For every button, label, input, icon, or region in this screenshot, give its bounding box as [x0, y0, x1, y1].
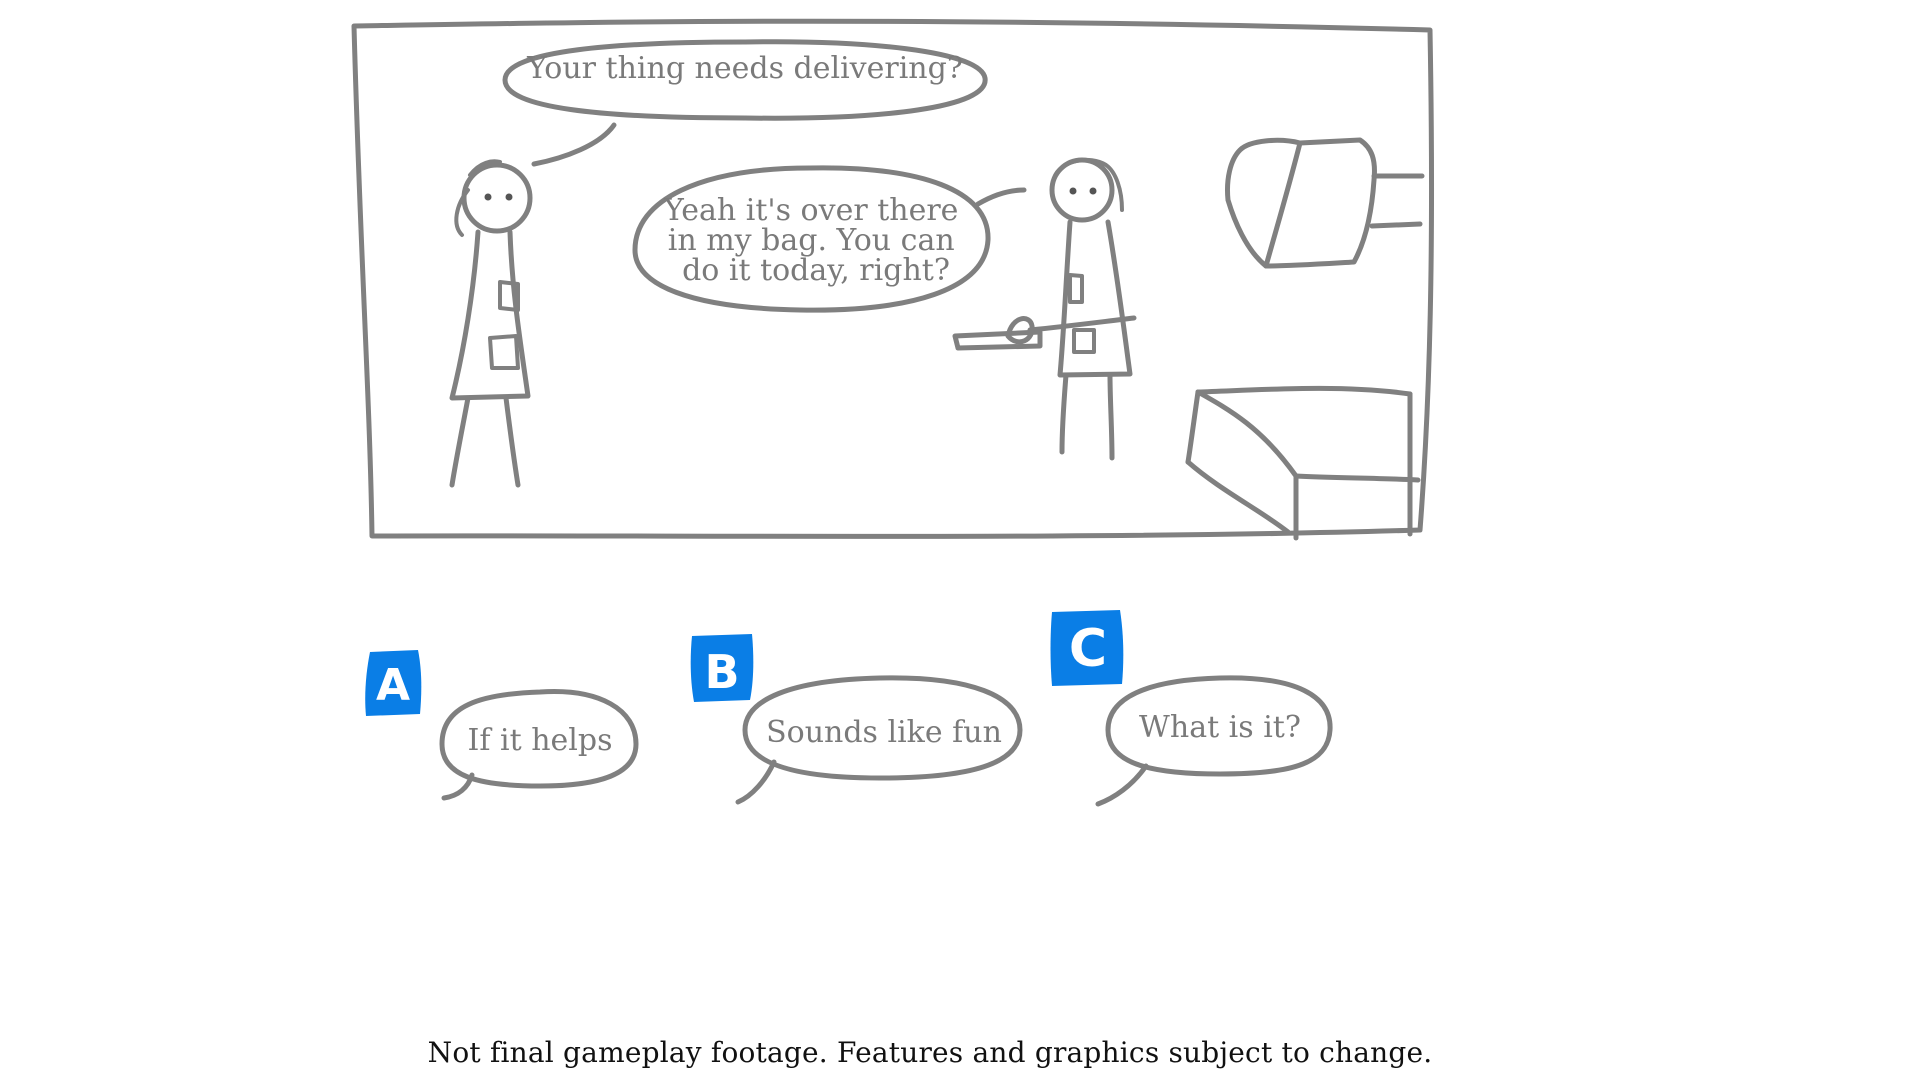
- game-scene: Your thing needs delivering? Yeah it's o…: [351, 18, 1435, 807]
- player-speech-bubble: Yeah it's over there in my bag. You can …: [632, 165, 1027, 313]
- choice-a-key-label: A: [376, 660, 410, 711]
- bed-sketch: [1185, 385, 1421, 541]
- npc-speech-text: Your thing needs delivering?: [526, 51, 963, 86]
- disclaimer-text: Not final gameplay footage. Features and…: [427, 1036, 1433, 1069]
- choice-a[interactable]: A If it helps: [365, 650, 639, 801]
- choice-b-text: Sounds like fun: [766, 715, 1002, 750]
- choice-b-key-label: B: [704, 645, 739, 699]
- choice-b[interactable]: B Sounds like fun: [690, 634, 1023, 805]
- choice-a-text: If it helps: [468, 723, 613, 758]
- lamp-sketch: [1225, 137, 1425, 269]
- choice-c-key-label: C: [1069, 619, 1107, 679]
- choice-c[interactable]: C What is it?: [1050, 610, 1333, 807]
- choice-c-text: What is it?: [1139, 710, 1301, 745]
- player-speech-text: Yeah it's over there in my bag. You can …: [663, 193, 968, 288]
- npc-character: [449, 159, 533, 488]
- npc-speech-bubble: Your thing needs delivering?: [502, 39, 988, 167]
